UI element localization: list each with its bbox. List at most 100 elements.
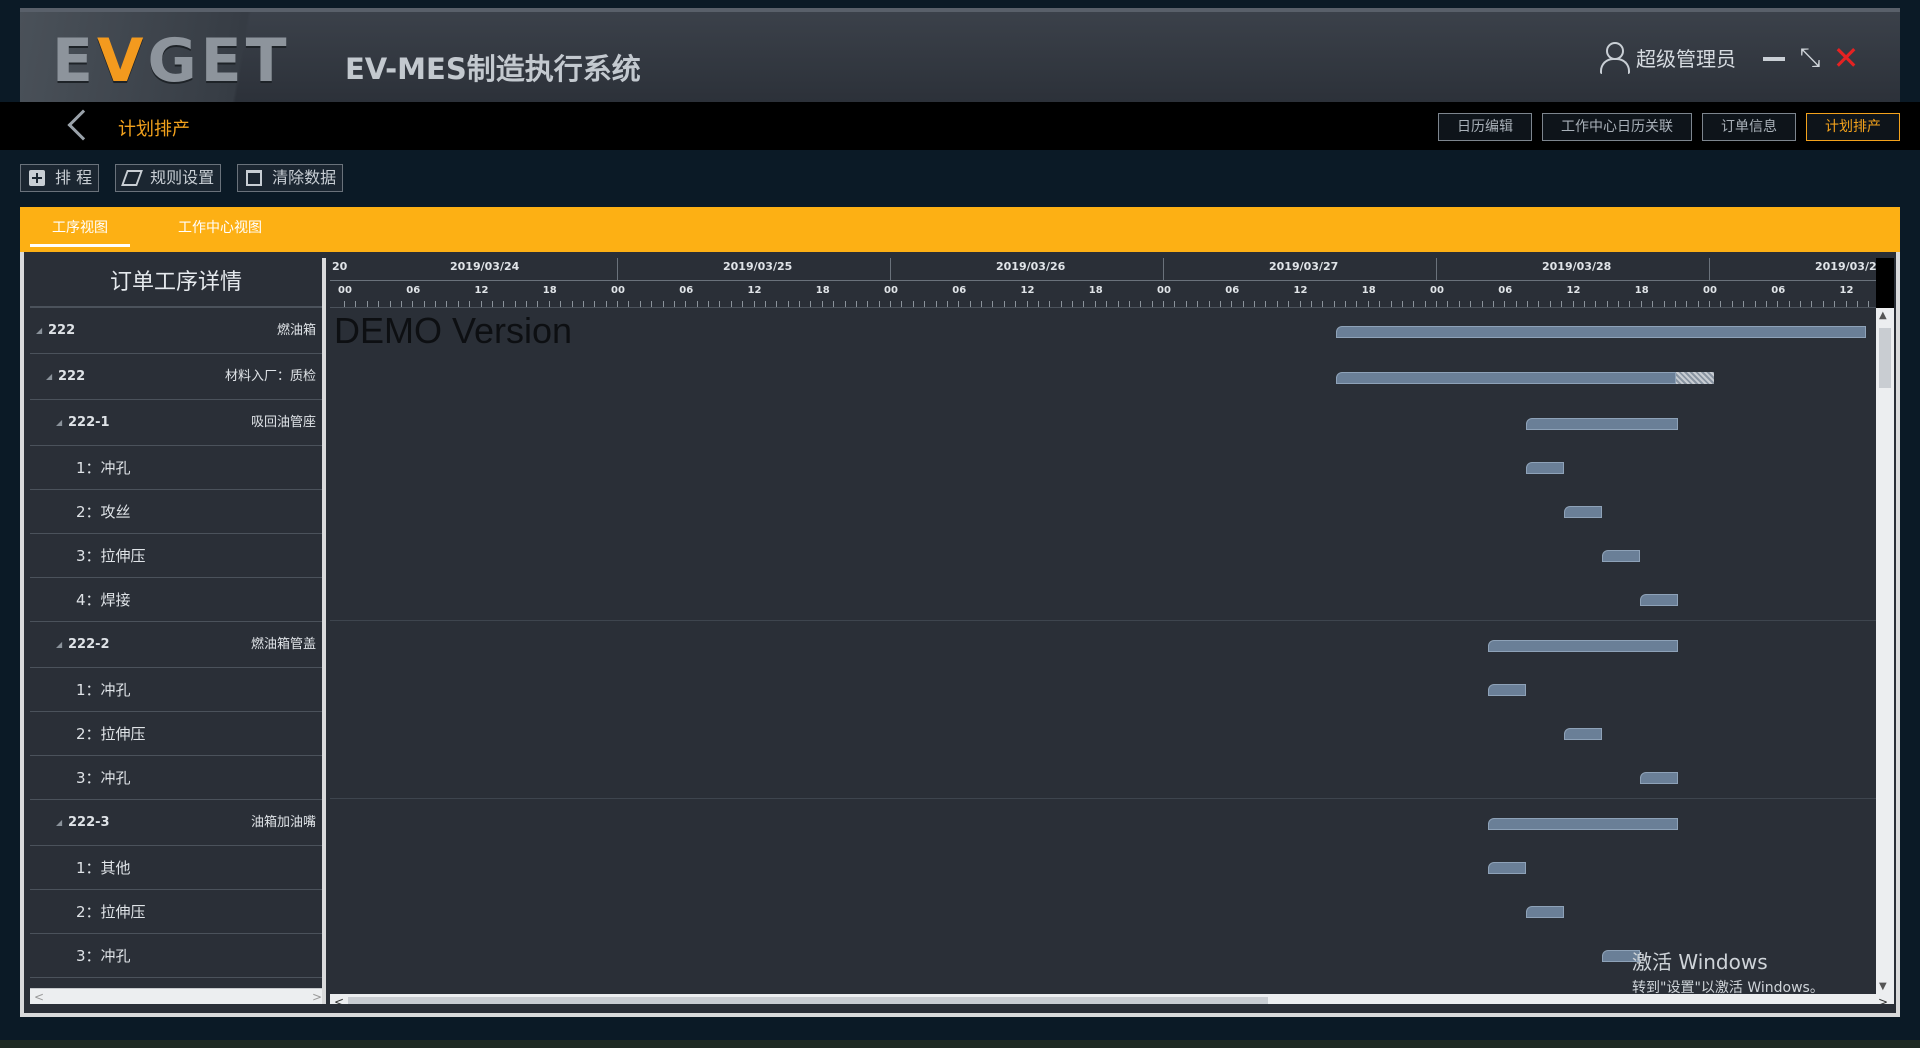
scroll-right-icon[interactable]: > xyxy=(1878,994,1888,1004)
gantt-bar-step[interactable] xyxy=(1564,728,1602,740)
gantt-bar-step[interactable] xyxy=(1640,594,1678,606)
tree-row-step[interactable]: 2：拉伸压 xyxy=(30,890,322,934)
gantt-bar-part[interactable] xyxy=(1488,818,1678,830)
rules-button[interactable]: 规则设置 xyxy=(115,164,222,192)
gantt-bar-step[interactable] xyxy=(1488,862,1526,874)
tree-row-step[interactable]: 2：攻丝 xyxy=(30,490,322,534)
timeline-tick xyxy=(1367,301,1369,307)
restore-icon[interactable]: ⤡ xyxy=(1796,44,1824,72)
timeline-tick xyxy=(605,301,607,307)
scroll-left-icon[interactable]: < xyxy=(334,994,344,1004)
timeline-tick xyxy=(1140,301,1142,307)
taskbar xyxy=(0,1040,1920,1048)
hour-label: 12 xyxy=(1020,285,1035,296)
tree-row-step[interactable]: 1：其他 xyxy=(30,846,322,890)
tree-row-order[interactable]: ◢ 222 燃油箱 xyxy=(30,308,322,354)
gantt-vertical-scrollbar[interactable]: ▲ ▼ xyxy=(1876,308,1894,994)
caret-icon[interactable]: ◢ xyxy=(56,800,62,846)
hour-label: 00 xyxy=(611,285,625,296)
gantt-bar-step[interactable] xyxy=(1488,684,1526,696)
gantt-bar-part[interactable] xyxy=(1526,418,1678,430)
tree-header: 订单工序详情 xyxy=(30,258,322,308)
timeline-tick xyxy=(1868,301,1870,307)
tree-row-part[interactable]: ◢ 222-1 吸回油管座 xyxy=(30,400,322,446)
tab-order-info[interactable]: 订单信息 xyxy=(1702,113,1796,141)
step-label: 2：攻丝 xyxy=(76,503,131,521)
step-label: 1：冲孔 xyxy=(76,459,131,477)
scroll-right-icon[interactable]: > xyxy=(312,989,322,1004)
tree-row-part[interactable]: ◢ 222-2 燃油箱管盖 xyxy=(30,622,322,668)
timeline-tick xyxy=(1379,301,1381,307)
caret-icon[interactable]: ◢ xyxy=(56,622,62,668)
tab-process-view[interactable]: 工序视图 xyxy=(30,207,130,247)
scroll-up-icon[interactable]: ▲ xyxy=(1879,310,1887,321)
tree-row-step[interactable]: 4：焊接 xyxy=(30,578,322,622)
timeline-tick xyxy=(1583,301,1585,307)
step-label: 2：拉伸压 xyxy=(76,725,146,743)
gantt-bar-step[interactable] xyxy=(1602,550,1640,562)
schedule-button[interactable]: 排 程 xyxy=(20,164,100,192)
tab-workcenter-calendar[interactable]: 工作中心日历关联 xyxy=(1542,113,1692,141)
gantt-bar-step[interactable] xyxy=(1526,906,1564,918)
hour-label: 12 xyxy=(1566,285,1581,296)
tab-workcenter-view[interactable]: 工作中心视图 xyxy=(150,207,290,247)
tree-horizontal-scrollbar[interactable]: < > xyxy=(30,988,322,1004)
watermark-line-1: 激活 Windows xyxy=(1632,950,1768,974)
tree-row-step[interactable]: 3：冲孔 xyxy=(30,934,322,978)
row-code: 222 xyxy=(58,369,86,384)
step-label: 2：拉伸压 xyxy=(76,903,146,921)
minimize-button[interactable] xyxy=(1760,44,1788,72)
timeline-tick xyxy=(890,301,891,307)
logo-letter-v: V xyxy=(97,26,148,96)
app-title: EV-MES制造执行系统 xyxy=(345,52,641,86)
tree-row-part[interactable]: ◢ 222-3 油箱加油嘴 xyxy=(30,800,322,846)
scroll-down-icon[interactable]: ▼ xyxy=(1879,981,1887,992)
tree-row-step[interactable]: 3：拉伸压 xyxy=(30,534,322,578)
timeline-tick xyxy=(594,301,596,307)
gantt-bar-step[interactable] xyxy=(1564,506,1602,518)
caret-icon[interactable]: ◢ xyxy=(56,400,62,446)
timeline-tick xyxy=(1174,301,1176,307)
gantt-bar-step[interactable] xyxy=(1526,462,1564,474)
gantt-bar-part[interactable] xyxy=(1488,640,1678,652)
row-code: 222-1 xyxy=(68,415,110,430)
timeline-tick xyxy=(1743,301,1745,307)
horizontal-scroll-thumb[interactable] xyxy=(348,997,1268,1004)
timeline-tick xyxy=(685,301,687,307)
tree-row-step[interactable]: 1：冲孔 xyxy=(30,668,322,712)
scroll-left-icon[interactable]: < xyxy=(34,989,44,1004)
timeline-tick xyxy=(1754,301,1756,307)
timeline-tick xyxy=(1356,301,1358,307)
timeline-tick xyxy=(912,301,914,307)
close-icon[interactable]: ✕ xyxy=(1832,42,1860,74)
gantt-bar-material[interactable] xyxy=(1336,372,1676,384)
timeline-tick xyxy=(514,301,516,307)
timeline-tick xyxy=(867,301,869,307)
timeline-tick xyxy=(1492,301,1494,307)
gantt-bar-pending[interactable] xyxy=(1676,372,1714,384)
user-menu[interactable]: 超级管理员 xyxy=(1600,42,1736,74)
tree-row-step[interactable]: 3：冲孔 xyxy=(30,756,322,800)
gantt-bar-order[interactable] xyxy=(1336,326,1866,338)
tree-row-material[interactable]: ◢ 222 材料入厂：质检 xyxy=(30,354,322,400)
tab-plan-schedule[interactable]: 计划排产 xyxy=(1806,113,1900,141)
caret-icon[interactable]: ◢ xyxy=(36,308,42,354)
trash-icon xyxy=(246,170,263,186)
step-label: 3：冲孔 xyxy=(76,769,131,787)
timeline-tick xyxy=(355,301,357,307)
timeline-tick xyxy=(946,301,948,307)
gantt-bar-step[interactable] xyxy=(1640,772,1678,784)
timeline-tick xyxy=(1777,301,1779,307)
timeline-tick xyxy=(1709,301,1710,307)
tree-row-step[interactable]: 1：冲孔 xyxy=(30,446,322,490)
tab-calendar-edit[interactable]: 日历编辑 xyxy=(1438,113,1532,141)
caret-icon[interactable]: ◢ xyxy=(46,354,52,400)
timeline-tick xyxy=(412,301,414,307)
timeline-tick xyxy=(1208,301,1210,307)
tree-row-step[interactable]: 2：拉伸压 xyxy=(30,712,322,756)
timeline-tick xyxy=(878,301,880,307)
clear-data-button[interactable]: 清除数据 xyxy=(237,164,344,192)
nav-bar: 计划排产 日历编辑 工作中心日历关联 订单信息 计划排产 xyxy=(0,102,1920,150)
back-arrow-icon[interactable] xyxy=(67,109,99,141)
vertical-scroll-thumb[interactable] xyxy=(1879,328,1891,388)
